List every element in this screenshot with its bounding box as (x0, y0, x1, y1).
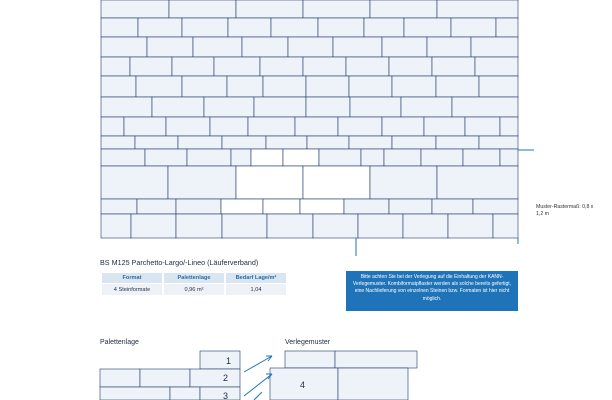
palette-stone (99, 368, 141, 388)
palette-stones (99, 350, 418, 400)
pattern-stone (334, 350, 418, 369)
palette-stone (139, 368, 191, 388)
pattern-stone (284, 350, 336, 369)
palette-stone (169, 386, 201, 400)
palette-stone (99, 386, 171, 400)
palette-arrows (243, 355, 273, 400)
palette-stone-1 (199, 350, 241, 370)
arrow-1 (243, 355, 273, 373)
stone-number-3: 3 (223, 391, 228, 400)
pattern-stone (337, 367, 409, 400)
arrow-2 (243, 373, 273, 397)
stone-number-2: 2 (223, 373, 228, 383)
palette-stone-2 (189, 368, 241, 388)
stone-number-1: 1 (226, 356, 231, 366)
stone-number-4: 4 (300, 380, 305, 390)
palette-stone-3 (199, 386, 241, 400)
arrow-3 (253, 391, 263, 400)
palette-diagram: 1 2 3 4 (99, 350, 418, 400)
